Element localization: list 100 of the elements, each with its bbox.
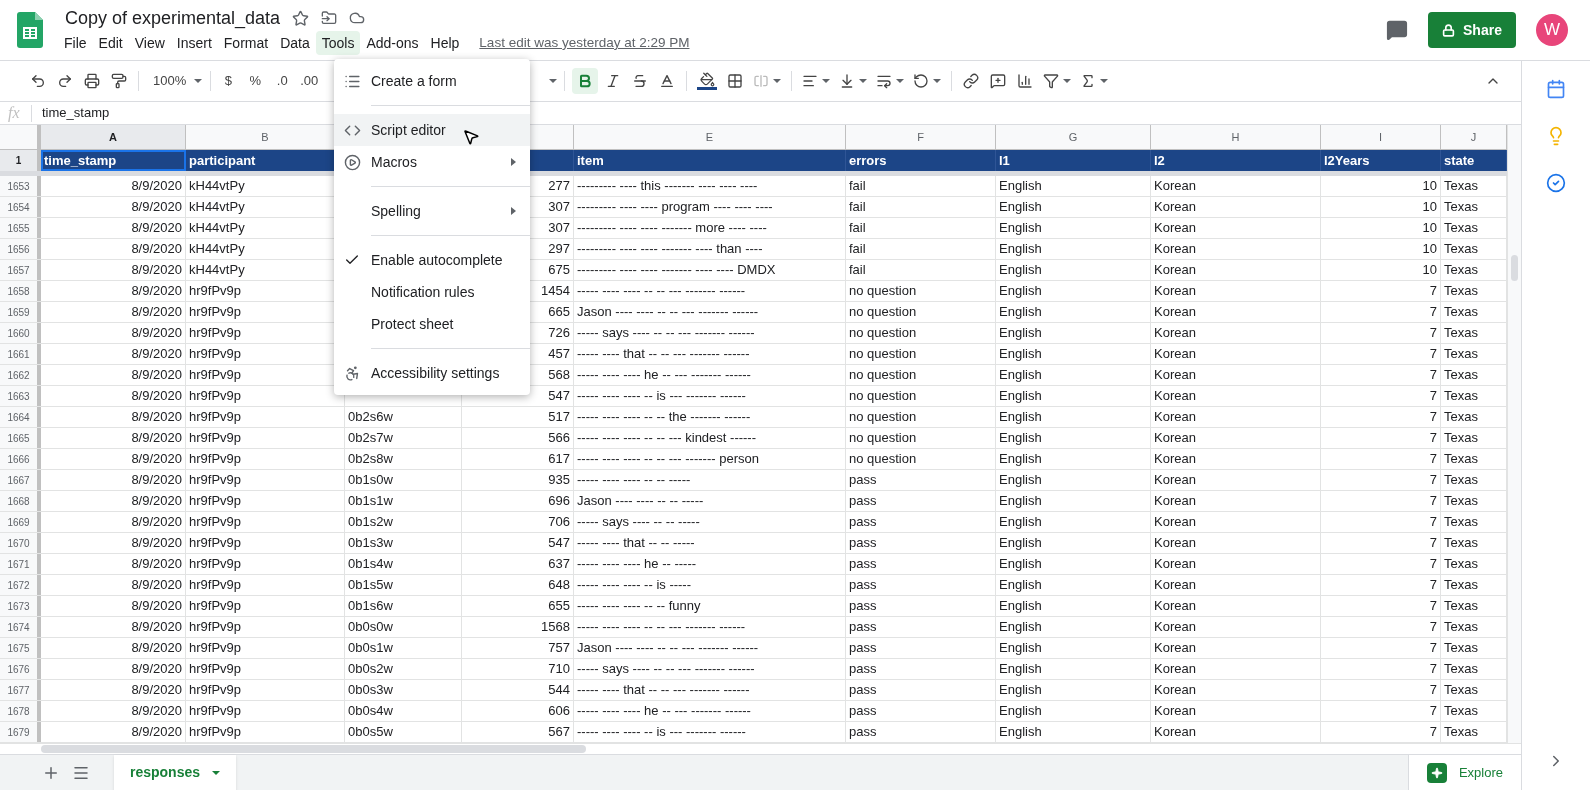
table-cell-text: hr9fPv9p bbox=[189, 345, 242, 364]
row-number[interactable]: 1661 bbox=[0, 344, 41, 364]
percent-button[interactable]: % bbox=[243, 68, 268, 94]
row-number[interactable]: 1655 bbox=[0, 218, 41, 238]
row-number[interactable]: 1665 bbox=[0, 428, 41, 448]
table-cell-text: Korean bbox=[1154, 324, 1196, 343]
menu-item[interactable]: Insert bbox=[170, 31, 218, 55]
table-cell-text: Korean bbox=[1154, 660, 1196, 679]
table-cell-text: 8/9/2020 bbox=[131, 240, 182, 259]
row-number[interactable]: 1669 bbox=[0, 512, 41, 532]
table-cell-text: 8/9/2020 bbox=[131, 429, 182, 448]
row-number[interactable]: 1658 bbox=[0, 281, 41, 301]
table-cell-text: Texas bbox=[1444, 702, 1478, 721]
table-cell-text: English bbox=[999, 324, 1042, 343]
menu-item[interactable]: Tools bbox=[315, 31, 361, 55]
last-edit-link[interactable]: Last edit was yesterday at 2:29 PM bbox=[479, 32, 690, 54]
menu-item[interactable]: Help bbox=[424, 31, 466, 55]
table-cell-text: Texas bbox=[1444, 345, 1478, 364]
row-number[interactable]: 1654 bbox=[0, 197, 41, 217]
table-cell-text: ----- ---- ---- -- is --- ------- ------ bbox=[577, 387, 746, 406]
row-number[interactable]: 1662 bbox=[0, 365, 41, 385]
table-cell-text: 7 bbox=[1429, 555, 1437, 574]
menu-option[interactable]: Notification rules bbox=[334, 276, 530, 308]
zoom-dropdown[interactable]: 100% bbox=[146, 68, 206, 94]
document-title[interactable]: Copy of experimental_data bbox=[65, 4, 281, 32]
share-button[interactable]: Share bbox=[1428, 12, 1516, 48]
row-number[interactable]: 1664 bbox=[0, 407, 41, 427]
row-number[interactable]: 1 bbox=[0, 150, 41, 171]
row-number[interactable]: 1666 bbox=[0, 449, 41, 469]
table-cell-text: 0b1s5w bbox=[348, 576, 393, 595]
row-number[interactable]: 1675 bbox=[0, 638, 41, 658]
column-header[interactable]: A bbox=[41, 125, 186, 149]
table-cell-text: Texas bbox=[1444, 555, 1478, 574]
table-cell-text: hr9fPv9p bbox=[189, 702, 242, 721]
row-number[interactable]: 1668 bbox=[0, 491, 41, 511]
table-cell-text: 7 bbox=[1429, 660, 1437, 679]
table-cell-text: fail bbox=[849, 240, 866, 259]
row-number[interactable]: 1657 bbox=[0, 260, 41, 280]
table-cell-text: Texas bbox=[1444, 681, 1478, 700]
row-number[interactable]: 1679 bbox=[0, 722, 41, 742]
table-cell-text: 617 bbox=[548, 450, 570, 469]
row-number[interactable]: 1670 bbox=[0, 533, 41, 553]
table-cell-text: ----- says ---- -- -- --- ------- ------ bbox=[577, 324, 755, 343]
column-header[interactable]: F bbox=[846, 125, 996, 149]
column-header[interactable]: E bbox=[574, 125, 846, 149]
table-cell-text: 8/9/2020 bbox=[131, 198, 182, 217]
row-number[interactable]: 1656 bbox=[0, 239, 41, 259]
row-number[interactable]: 1672 bbox=[0, 575, 41, 595]
table-cell-text: 1454 bbox=[541, 282, 570, 301]
menu-option[interactable]: Spelling bbox=[334, 195, 530, 227]
row-number[interactable]: 1653 bbox=[0, 176, 41, 196]
row-number[interactable]: 1663 bbox=[0, 386, 41, 406]
table-cell-text: English bbox=[999, 219, 1042, 238]
formula-input[interactable]: time_stamp bbox=[42, 103, 110, 123]
row-number[interactable]: 1674 bbox=[0, 617, 41, 637]
row-number[interactable]: 1660 bbox=[0, 323, 41, 343]
row-number[interactable]: 1676 bbox=[0, 659, 41, 679]
sheet-tab[interactable]: responses bbox=[114, 754, 237, 790]
row-number[interactable]: 1673 bbox=[0, 596, 41, 616]
table-cell-text: 10 bbox=[1422, 240, 1437, 259]
table-cell-text: ----- ---- ---- -- -- --- ------- person bbox=[577, 450, 759, 469]
row-number[interactable]: 1667 bbox=[0, 470, 41, 490]
table-cell-text: hr9fPv9p bbox=[189, 471, 242, 490]
account-avatar[interactable]: W bbox=[1536, 14, 1568, 46]
table-cell-text: 0b0s5w bbox=[348, 723, 393, 742]
column-header[interactable]: G bbox=[996, 125, 1151, 149]
table-cell-text: 8/9/2020 bbox=[131, 618, 182, 637]
menu-option[interactable]: Enable autocomplete bbox=[334, 244, 530, 276]
table-cell-text: 8/9/2020 bbox=[131, 534, 182, 553]
row-number[interactable]: 1659 bbox=[0, 302, 41, 322]
table-cell-text: pass bbox=[849, 534, 877, 553]
column-header[interactable]: H bbox=[1151, 125, 1321, 149]
table-cell-text: Texas bbox=[1444, 534, 1478, 553]
table-cell-text: Korean bbox=[1154, 408, 1196, 427]
menu-item[interactable]: Data bbox=[274, 31, 316, 55]
menu-item[interactable]: Format bbox=[217, 31, 275, 55]
menu-option[interactable]: Protect sheet bbox=[334, 308, 530, 340]
explore-button[interactable]: Explore bbox=[1408, 754, 1521, 790]
table-cell-text: 637 bbox=[548, 555, 570, 574]
table-cell-text: 0b0s2w bbox=[348, 660, 393, 679]
column-header[interactable]: I bbox=[1321, 125, 1441, 149]
row-number[interactable]: 1678 bbox=[0, 701, 41, 721]
decrease-decimals-button[interactable]: .0 bbox=[270, 68, 295, 94]
table-cell-text: English bbox=[999, 198, 1042, 217]
table-cell-text: hr9fPv9p bbox=[189, 324, 242, 343]
menu-item[interactable]: Add-ons bbox=[360, 31, 425, 55]
table-cell-text: Korean bbox=[1154, 639, 1196, 658]
menu-item[interactable]: View bbox=[128, 31, 171, 55]
table-cell-text: English bbox=[999, 261, 1042, 280]
menu-option[interactable]: Create a form bbox=[334, 65, 530, 97]
increase-decimals-button[interactable]: .00 bbox=[297, 68, 322, 94]
menu-option[interactable]: Script editor bbox=[334, 114, 530, 146]
menu-item[interactable]: Edit bbox=[92, 31, 129, 55]
currency-button[interactable]: $ bbox=[216, 68, 241, 94]
row-number[interactable]: 1677 bbox=[0, 680, 41, 700]
table-cell-text: 8/9/2020 bbox=[131, 366, 182, 385]
menu-option[interactable]: Accessibility settings bbox=[334, 357, 530, 389]
row-number[interactable]: 1671 bbox=[0, 554, 41, 574]
table-cell-text: 8/9/2020 bbox=[131, 282, 182, 301]
menu-item[interactable]: File bbox=[58, 31, 93, 55]
